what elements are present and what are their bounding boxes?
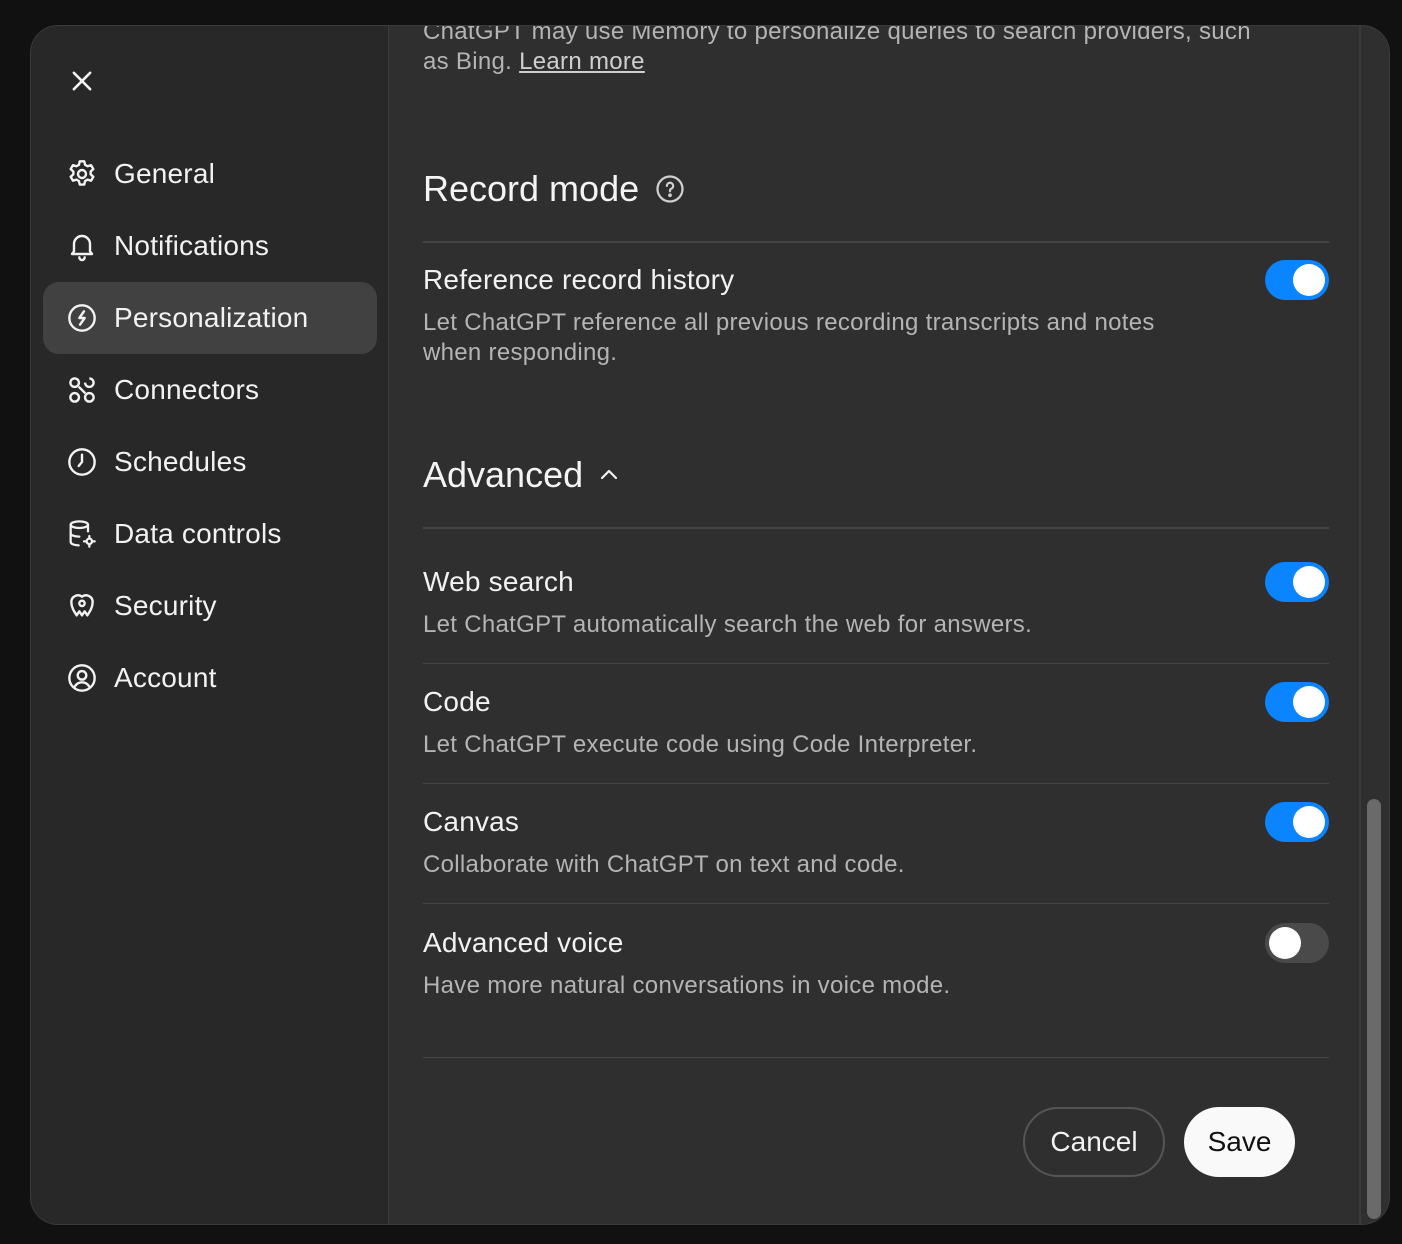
settings-content: ChatGPT may use Memory to personalize qu…: [423, 26, 1329, 1224]
advanced-voice-toggle[interactable]: [1265, 923, 1329, 963]
canvas-toggle[interactable]: [1265, 802, 1329, 842]
shield-icon: [65, 589, 99, 623]
database-gear-icon: [65, 517, 99, 551]
code-title: Code: [423, 686, 491, 717]
divider: [423, 903, 1329, 904]
web-search-desc: Let ChatGPT automatically search the web…: [423, 611, 1033, 638]
reference-record-history-desc: Let ChatGPT reference all previous recor…: [423, 309, 1155, 366]
record-mode-heading: Record mode: [423, 168, 685, 210]
advanced-voice-title: Advanced voice: [423, 927, 624, 958]
sidebar-item-label: Data controls: [114, 518, 282, 549]
scrollbar-track: [1359, 26, 1361, 1224]
clock-icon: [65, 445, 99, 479]
bell-icon: [65, 229, 99, 263]
save-button[interactable]: Save: [1184, 1107, 1295, 1177]
divider: [423, 527, 1329, 529]
sidebar-item-label: Account: [114, 662, 217, 693]
memory-note: ChatGPT may use Memory to personalize qu…: [423, 26, 1283, 77]
sidebar-item-data-controls[interactable]: Data controls: [43, 498, 377, 570]
sidebar-item-schedules[interactable]: Schedules: [43, 426, 377, 498]
help-icon[interactable]: [655, 174, 685, 204]
canvas-title: Canvas: [423, 806, 520, 837]
scrollbar-thumb[interactable]: [1367, 799, 1381, 1219]
advanced-title: Advanced: [423, 454, 584, 495]
sidebar-item-label: Schedules: [114, 446, 247, 477]
divider: [423, 663, 1329, 664]
toggle-knob: [1293, 264, 1325, 296]
sidebar-item-label: Personalization: [114, 302, 309, 333]
divider: [423, 241, 1329, 243]
personalization-icon: [65, 301, 99, 335]
learn-more-link[interactable]: Learn more: [519, 48, 645, 75]
toggle-knob: [1293, 806, 1325, 838]
divider: [423, 783, 1329, 784]
code-desc: Let ChatGPT execute code using Code Inte…: [423, 731, 978, 758]
record-mode-title: Record mode: [423, 168, 640, 209]
sidebar-item-security[interactable]: Security: [43, 570, 377, 642]
settings-sidebar: General Notifications Personalization Co…: [31, 26, 389, 1224]
gear-icon: [65, 157, 99, 191]
cancel-button[interactable]: Cancel: [1023, 1107, 1165, 1177]
sidebar-item-label: Notifications: [114, 230, 270, 261]
sidebar-item-label: General: [114, 158, 216, 189]
divider: [423, 1057, 1329, 1058]
user-circle-icon: [65, 661, 99, 695]
chevron-up-icon: [597, 463, 621, 487]
toggle-knob: [1293, 566, 1325, 598]
sidebar-item-connectors[interactable]: Connectors: [43, 354, 377, 426]
sidebar-item-personalization[interactable]: Personalization: [43, 282, 377, 354]
sidebar-item-label: Security: [114, 590, 217, 621]
web-search-title: Web search: [423, 566, 574, 597]
close-icon: [72, 71, 92, 91]
code-toggle[interactable]: [1265, 682, 1329, 722]
toggle-knob: [1269, 927, 1301, 959]
sidebar-item-general[interactable]: General: [43, 138, 377, 210]
sidebar-item-notifications[interactable]: Notifications: [43, 210, 377, 282]
toggle-knob: [1293, 686, 1325, 718]
reference-record-history-toggle[interactable]: [1265, 260, 1329, 300]
sidebar-item-label: Connectors: [114, 374, 260, 405]
advanced-voice-desc: Have more natural conversations in voice…: [423, 972, 951, 999]
web-search-toggle[interactable]: [1265, 562, 1329, 602]
reference-record-history-title: Reference record history: [423, 264, 735, 295]
canvas-desc: Collaborate with ChatGPT on text and cod…: [423, 851, 905, 878]
close-button[interactable]: [65, 64, 99, 98]
settings-nav: General Notifications Personalization Co…: [43, 138, 377, 714]
sidebar-item-account[interactable]: Account: [43, 642, 377, 714]
advanced-heading[interactable]: Advanced: [423, 454, 621, 496]
connectors-icon: [65, 373, 99, 407]
settings-dialog: General Notifications Personalization Co…: [30, 25, 1390, 1225]
